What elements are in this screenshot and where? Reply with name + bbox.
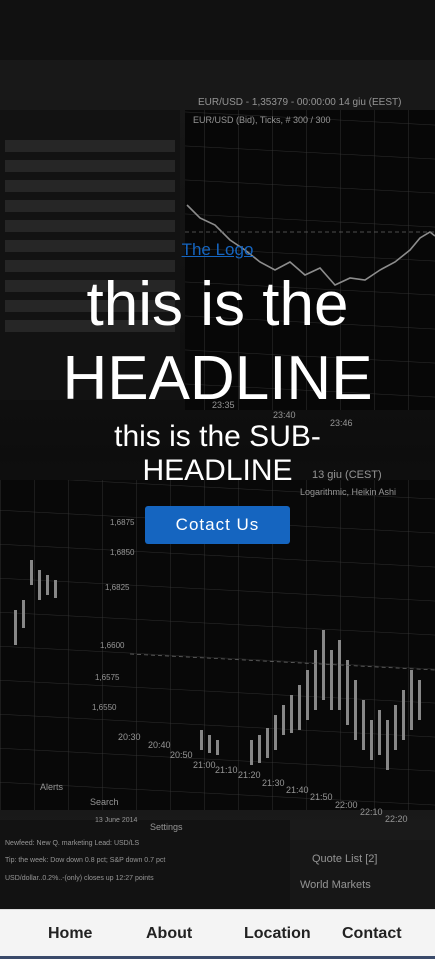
page: EUR/USD - 1,35379 - 00:00:00 14 giu (EES… bbox=[0, 0, 435, 959]
subheadline: this is the SUB-HEADLINE bbox=[114, 420, 321, 487]
nav-item-contact[interactable]: Contact bbox=[342, 925, 402, 943]
nav-item-about[interactable]: About bbox=[146, 925, 192, 943]
contact-us-button[interactable]: Cotact Us bbox=[145, 506, 290, 544]
logo-link[interactable]: The Logo bbox=[0, 240, 435, 260]
nav-item-location[interactable]: Location bbox=[244, 925, 311, 943]
bottom-nav: Home About Location Contact bbox=[0, 909, 435, 959]
nav-item-home[interactable]: Home bbox=[48, 925, 92, 943]
headline: this is the HEADLINE bbox=[62, 270, 373, 413]
